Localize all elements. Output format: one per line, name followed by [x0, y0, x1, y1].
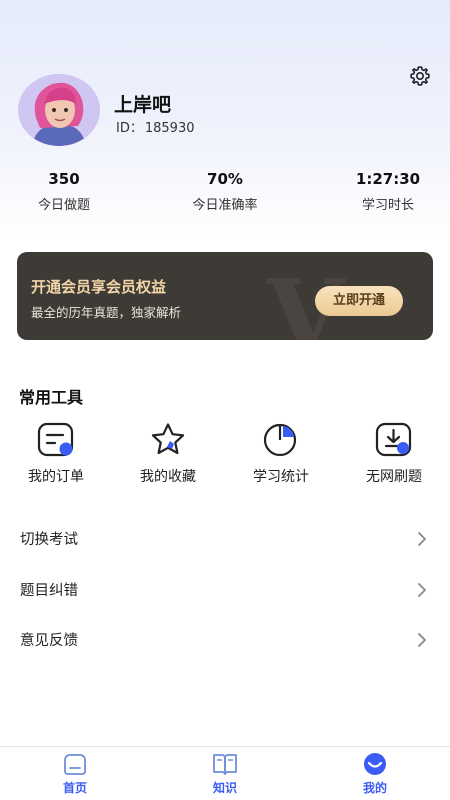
tool-offline-practice[interactable]: 无网刷题: [344, 422, 444, 486]
menu-item-switch-exam[interactable]: 切换考试: [0, 516, 450, 562]
user-id-label: ID：: [116, 121, 143, 136]
menu-item-report-error[interactable]: 题目纠错: [0, 567, 450, 613]
avatar[interactable]: [18, 74, 100, 146]
menu-item-label: 题目纠错: [20, 583, 78, 599]
menu-item-feedback[interactable]: 意见反馈: [0, 617, 450, 663]
stat-label: 今日做题: [37, 198, 90, 213]
stat-label: 学习时长: [361, 198, 414, 213]
tab-label: 我的: [362, 781, 387, 795]
tool-label: 我的订单: [28, 469, 84, 485]
tab-label: 知识: [212, 781, 237, 795]
user-id: ID： 185930: [114, 117, 195, 136]
menu-item-label: 切换考试: [20, 532, 78, 548]
stat-value: 1:27:30: [355, 170, 421, 188]
tools-section-title: 常用工具: [19, 388, 84, 407]
chevron-right-icon: [418, 633, 426, 647]
vip-banner[interactable]: V 开通会员享会员权益 最全的历年真题，独家解析 立即开通: [17, 252, 433, 340]
username: 上岸吧: [114, 94, 172, 116]
chevron-right-icon: [418, 532, 426, 546]
tool-label: 无网刷题: [366, 469, 422, 485]
vip-title: 开通会员享会员权益: [31, 278, 167, 296]
book-icon: [213, 754, 237, 775]
tool-label: 我的收藏: [140, 469, 196, 485]
profile-icon: [364, 753, 386, 775]
chevron-right-icon: [418, 583, 426, 597]
tab-home[interactable]: 首页: [30, 751, 120, 796]
stat-value: 70%: [207, 170, 243, 188]
menu-item-label: 意见反馈: [20, 633, 78, 649]
tool-label: 学习统计: [253, 469, 309, 485]
tab-mine[interactable]: 我的: [330, 751, 420, 796]
stat-label: 今日准确率: [192, 198, 258, 213]
vip-subtitle: 最全的历年真题，独家解析: [31, 305, 182, 320]
user-id-value: 185930: [144, 121, 195, 136]
pie-chart-icon: [263, 423, 297, 457]
stat-today-questions: 350 今日做题: [4, 170, 124, 213]
tool-study-stats[interactable]: 学习统计: [231, 422, 331, 486]
stat-accuracy: 70% 今日准确率: [165, 170, 285, 213]
star-icon: [151, 423, 185, 455]
download-icon: [375, 422, 412, 457]
stat-value: 350: [48, 170, 80, 188]
gear-icon[interactable]: [408, 64, 432, 88]
tab-knowledge[interactable]: 知识: [180, 751, 270, 796]
home-icon: [64, 754, 86, 775]
tool-my-orders[interactable]: 我的订单: [6, 422, 106, 486]
stat-study-time: 1:27:30 学习时长: [328, 170, 448, 213]
open-vip-button[interactable]: 立即开通: [315, 286, 403, 316]
order-icon: [37, 422, 74, 457]
tab-label: 首页: [62, 781, 87, 795]
bottom-tab-bar: 首页 知识 我的: [0, 746, 450, 800]
tool-my-favorites[interactable]: 我的收藏: [118, 422, 218, 486]
